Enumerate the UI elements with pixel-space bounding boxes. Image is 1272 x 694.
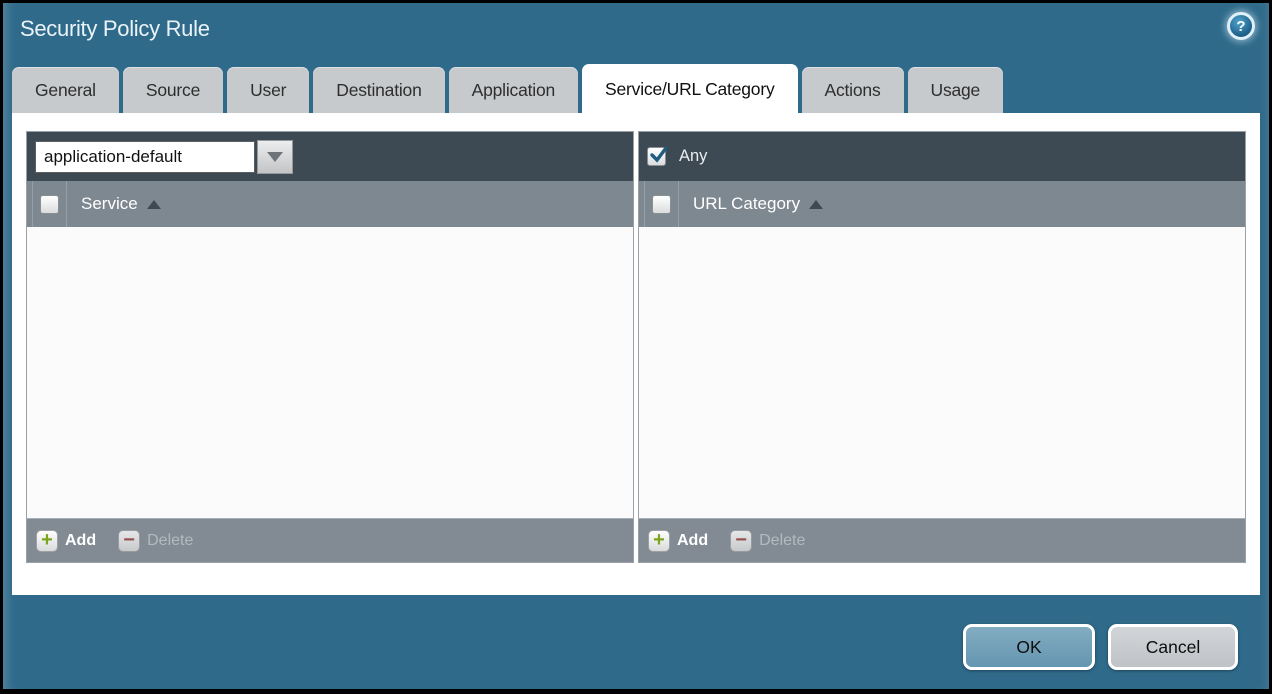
dropdown-arrow-button[interactable] — [257, 140, 293, 174]
delete-button-label[interactable]: Delete — [147, 532, 193, 550]
tab-usage[interactable]: Usage — [908, 67, 1004, 113]
service-column-label: Service — [81, 194, 138, 214]
sort-ascending-icon[interactable] — [809, 200, 823, 209]
service-column-header[interactable]: Service — [27, 181, 633, 227]
service-select-all-cell — [32, 181, 67, 227]
question-mark-glyph: ? — [1236, 19, 1245, 34]
delete-button-label[interactable]: Delete — [759, 532, 805, 550]
tab-actions[interactable]: Actions — [802, 67, 904, 113]
tab-source[interactable]: Source — [123, 67, 223, 113]
tab-bar: General Source User Destination Applicat… — [12, 64, 1260, 113]
tab-general[interactable]: General — [12, 67, 119, 113]
service-type-dropdown-value[interactable]: application-default — [35, 141, 255, 173]
chevron-down-icon — [267, 152, 283, 162]
add-icon[interactable]: + — [36, 530, 58, 552]
panels-container: application-default Service — [26, 131, 1246, 563]
url-category-panel: Any URL Category + Add — [638, 131, 1246, 563]
service-panel-toolbar: application-default — [27, 132, 633, 181]
service-panel-footer: + Add − Delete — [27, 518, 633, 562]
url-category-select-all-cell — [644, 181, 679, 227]
tab-application[interactable]: Application — [449, 67, 578, 113]
ok-button[interactable]: OK — [963, 624, 1095, 670]
url-category-panel-toolbar: Any — [639, 132, 1245, 181]
add-button-label[interactable]: Add — [65, 532, 96, 550]
screen: Security Policy Rule ? General Source Us… — [0, 0, 1272, 694]
service-list — [27, 227, 633, 518]
delete-icon[interactable]: − — [730, 530, 752, 552]
add-button-label[interactable]: Add — [677, 532, 708, 550]
delete-icon[interactable]: − — [118, 530, 140, 552]
any-checkbox-label[interactable]: Any — [679, 147, 707, 166]
security-policy-rule-dialog: Security Policy Rule ? General Source Us… — [3, 3, 1269, 689]
help-icon[interactable]: ? — [1227, 12, 1255, 40]
sort-ascending-icon[interactable] — [147, 200, 161, 209]
add-icon[interactable]: + — [648, 530, 670, 552]
service-select-all-checkbox[interactable] — [40, 195, 59, 214]
service-type-dropdown[interactable]: application-default — [35, 140, 293, 174]
tab-destination[interactable]: Destination — [313, 67, 444, 113]
url-category-column-label: URL Category — [693, 194, 800, 214]
service-panel: application-default Service — [26, 131, 634, 563]
any-checkbox[interactable] — [647, 147, 666, 166]
url-category-list — [639, 227, 1245, 518]
dialog-content: application-default Service — [12, 113, 1260, 595]
url-category-select-all-checkbox[interactable] — [652, 195, 671, 214]
tab-service-url-category[interactable]: Service/URL Category — [582, 64, 797, 114]
checkmark-icon — [649, 145, 669, 165]
cancel-button[interactable]: Cancel — [1108, 624, 1238, 670]
dialog-title: Security Policy Rule — [20, 16, 210, 42]
url-category-panel-footer: + Add − Delete — [639, 518, 1245, 562]
tab-user[interactable]: User — [227, 67, 309, 113]
url-category-column-header[interactable]: URL Category — [639, 181, 1245, 227]
